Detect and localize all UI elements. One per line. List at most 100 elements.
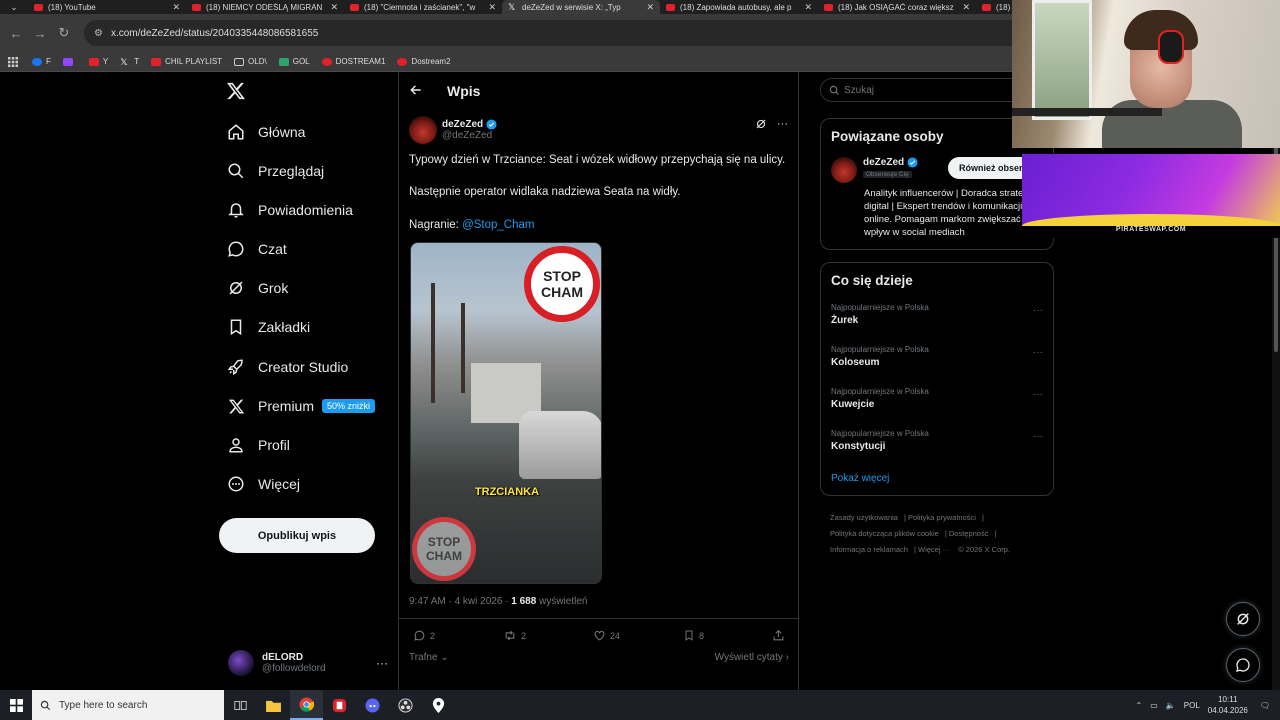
obs-icon[interactable] [389, 690, 422, 720]
notification-icon[interactable]: 🗨 [1260, 701, 1270, 710]
tab-search-button[interactable]: ⌄ [0, 0, 28, 14]
url-field[interactable]: ⚙ x.com/deZeZed/status/20403354480865816… [84, 20, 1024, 46]
file-explorer-icon[interactable] [257, 690, 290, 720]
tweet-tools: ··· [755, 118, 788, 130]
youtube-icon [88, 57, 99, 66]
messages-fab-button[interactable] [1226, 648, 1260, 682]
bookmark-item[interactable]: CHIL PLAYLIST [151, 57, 222, 66]
maps-pin-icon[interactable] [422, 690, 455, 720]
footer-link[interactable]: Polityka prywatności [908, 513, 976, 522]
bookmark-item[interactable]: DOSTREAM1 [321, 57, 385, 66]
trend-item[interactable]: Najpopularniejsze w Polska Kuwejcie ··· [831, 387, 1045, 410]
bookmark-button[interactable]: 8 [683, 629, 704, 642]
view-quotes-link[interactable]: Wyświetl cytaty › [715, 652, 789, 663]
browser-tab-active[interactable]: 𝕏deZeZed w serwisie X: „Typ ✕ [502, 0, 660, 14]
browser-tab[interactable]: (18) Zapowiada autobusy, ale p ✕ [660, 0, 818, 14]
close-icon[interactable]: ✕ [646, 2, 654, 13]
forward-button[interactable]: → [28, 21, 52, 45]
tweet-video[interactable]: STOP CHAM TRZCIANKA STOP CHAM [410, 242, 602, 584]
language-indicator[interactable]: POL [1184, 701, 1200, 710]
browser-tab[interactable]: (18) Jak OSIĄGAĆ coraz większ ✕ [818, 0, 976, 14]
main-column: Wpis deZeZed @deZeZed ··· Typowy dzień w… [398, 72, 799, 690]
back-arrow-icon[interactable] [409, 83, 425, 99]
author-handle[interactable]: @deZeZed [442, 130, 497, 141]
browser-tab[interactable]: (18) "Ciemnota i zaścianek", "w ✕ [344, 0, 502, 14]
repost-button[interactable]: 2 [503, 629, 526, 642]
taskbar-clock[interactable]: 10:11 04.04.2026 [1208, 694, 1248, 716]
nav-item-more[interactable]: Więcej [226, 472, 300, 496]
close-icon[interactable]: ✕ [804, 2, 812, 13]
person-name[interactable]: deZeZed [863, 157, 904, 168]
taskbar-search-input[interactable]: Type here to search [32, 690, 224, 720]
sort-dropdown[interactable]: Trafne ⌄ [409, 652, 449, 663]
back-button[interactable]: ← [4, 21, 28, 45]
mention-link[interactable]: @Stop_Cham [462, 219, 534, 231]
youtube-icon [824, 3, 833, 11]
footer-link[interactable]: Więcej ··· [918, 545, 950, 554]
volume-icon[interactable]: 🔈 [1166, 701, 1176, 710]
bookmark-item[interactable]: Y [88, 57, 108, 66]
close-icon[interactable]: ✕ [488, 2, 496, 13]
more-dots-icon[interactable]: ··· [1033, 347, 1043, 358]
nav-item-premium[interactable]: Premium 50% zniżki [226, 394, 376, 418]
close-icon[interactable]: ✕ [962, 2, 970, 13]
tweet-author[interactable]: deZeZed @deZeZed [409, 116, 497, 144]
bookmark-item[interactable]: F [32, 57, 51, 66]
footer-link[interactable]: Polityka dotycząca plików cookie [830, 529, 939, 538]
trend-item[interactable]: Najpopularniejsze w Polska Koloseum ··· [831, 345, 1045, 368]
network-icon[interactable]: ▭ [1150, 701, 1158, 710]
bookmark-item[interactable] [62, 57, 77, 66]
apps-icon[interactable] [8, 56, 18, 67]
chat-icon [226, 239, 246, 259]
more-dots-icon[interactable]: ··· [1033, 305, 1043, 316]
chevron-up-icon[interactable]: ⌃ [1136, 701, 1143, 710]
nav-item-bookmarks[interactable]: Zakładki [226, 315, 310, 339]
app-icon[interactable] [323, 690, 356, 720]
footer-link[interactable]: Zasady użytkowania [830, 513, 898, 522]
browser-tab[interactable]: (18) YouTube ✕ [28, 0, 186, 14]
avatar[interactable] [409, 116, 437, 144]
show-more-link[interactable]: Pokaż więcej [831, 473, 889, 484]
more-dots-icon[interactable]: ··· [376, 656, 388, 670]
more-dots-icon[interactable]: ··· [1033, 389, 1043, 400]
bookmark-item[interactable]: 𝕏T [120, 57, 139, 66]
avatar[interactable] [831, 157, 857, 183]
browser-tab[interactable]: (18) NIEMCY ODEŚLĄ MIGRAN ✕ [186, 0, 344, 14]
chrome-icon[interactable] [290, 690, 323, 720]
like-button[interactable]: 24 [593, 629, 620, 642]
rocket-icon [226, 357, 246, 377]
nav-item-explore[interactable]: Przeglądaj [226, 159, 324, 183]
footer-link[interactable]: Informacja o reklamach [830, 545, 908, 554]
discord-icon[interactable] [356, 690, 389, 720]
close-icon[interactable]: ✕ [172, 2, 180, 13]
reply-button[interactable]: 2 [413, 629, 435, 642]
more-dots-icon[interactable]: ··· [777, 118, 788, 130]
verified-badge-icon [907, 157, 918, 168]
share-button[interactable] [772, 629, 789, 642]
trend-item[interactable]: Najpopularniejsze w Polska Konstytucji ·… [831, 429, 1045, 452]
post-button[interactable]: Opublikuj wpis [219, 518, 375, 553]
author-name[interactable]: deZeZed [442, 119, 483, 130]
nav-item-grok[interactable]: Grok [226, 276, 288, 300]
grok-icon[interactable] [755, 118, 767, 130]
nav-item-profile[interactable]: Profil [226, 433, 290, 457]
site-info-icon[interactable]: ⚙ [94, 28, 103, 39]
trend-item[interactable]: Najpopularniejsze w Polska Żurek ··· [831, 303, 1045, 326]
x-logo-icon[interactable] [226, 81, 248, 103]
footer-link[interactable]: Dostępność [949, 529, 989, 538]
bookmark-item[interactable]: GOL [278, 57, 310, 66]
account-switcher[interactable]: dELORD @followdelord ··· [228, 646, 388, 680]
bookmark-item[interactable]: Dostream2 [397, 57, 451, 66]
nav-item-home[interactable]: Główna [226, 120, 305, 144]
task-view-icon[interactable] [224, 690, 257, 720]
reload-button[interactable]: ↻ [52, 21, 76, 45]
more-dots-icon[interactable]: ··· [1033, 431, 1043, 442]
nav-item-notifications[interactable]: Powiadomienia [226, 198, 353, 222]
nav-item-chat[interactable]: Czat [226, 237, 287, 261]
tweet-footer: Trafne ⌄ Wyświetl cytaty › [409, 652, 789, 663]
close-icon[interactable]: ✕ [330, 2, 338, 13]
nav-item-creator-studio[interactable]: Creator Studio [226, 355, 348, 379]
start-button[interactable] [0, 690, 32, 720]
grok-fab-button[interactable] [1226, 602, 1260, 636]
bookmark-folder[interactable]: OLD\ [234, 57, 267, 66]
